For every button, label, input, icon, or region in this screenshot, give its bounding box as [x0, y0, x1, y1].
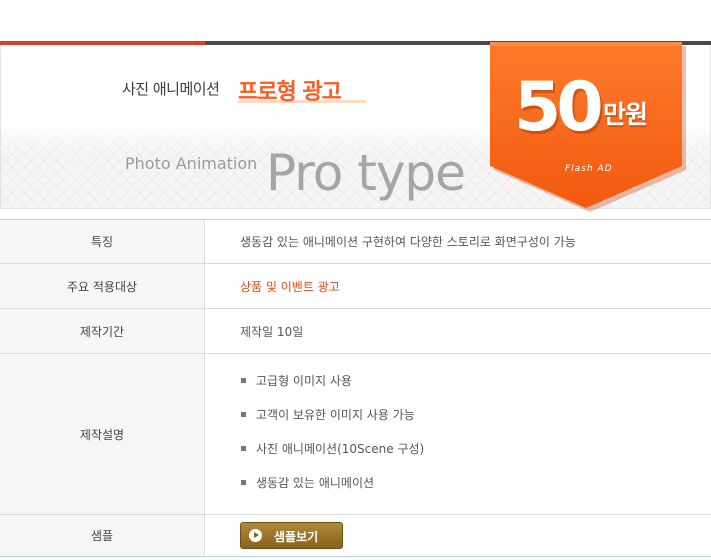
- period-value: 제작일 10일: [204, 308, 711, 354]
- view-sample-button-label: 샘플보기: [274, 530, 319, 544]
- target-label: 주요 적용대상: [0, 263, 205, 309]
- features-label: 특징: [0, 219, 205, 264]
- price-subtext: Flash AD: [565, 164, 613, 174]
- list-item: 고급형 이미지 사용: [240, 367, 711, 401]
- table-row: 샘플 샘플보기: [0, 514, 711, 557]
- price-amount: 50: [514, 68, 604, 147]
- list-item: 사진 애니메이션(10Scene 구성): [240, 435, 711, 469]
- table-row: 제작기간 제작일 10일: [0, 308, 711, 354]
- price-badge: 50 만원 Flash AD: [490, 40, 686, 212]
- header-subtitle: Photo Animation: [125, 154, 258, 173]
- target-value: 상품 및 이벤트 광고: [204, 263, 711, 309]
- sample-label: 샘플: [0, 514, 205, 557]
- description-value: 고급형 이미지 사용 고객이 보유한 이미지 사용 가능 사진 애니메이션(10…: [204, 353, 711, 515]
- list-item: 생동감 있는 애니메이션: [240, 469, 711, 503]
- header-title: 사진 애니메이션: [122, 80, 220, 98]
- product-header: 사진 애니메이션 프로형 광고 Photo Animation Pro type…: [0, 0, 711, 212]
- description-list: 고급형 이미지 사용 고객이 보유한 이미지 사용 가능 사진 애니메이션(10…: [240, 355, 711, 513]
- view-sample-button[interactable]: 샘플보기: [240, 522, 343, 549]
- description-label: 제작설명: [0, 353, 205, 515]
- list-item: 고객이 보유한 이미지 사용 가능: [240, 401, 711, 435]
- table-row: 주요 적용대상 상품 및 이벤트 광고: [0, 263, 711, 309]
- period-label: 제작기간: [0, 308, 205, 354]
- play-icon: [249, 529, 262, 542]
- sample-value: 샘플보기: [205, 515, 711, 557]
- price-unit: 만원: [603, 100, 648, 129]
- header-product-type: Pro type: [266, 144, 466, 202]
- header-title-highlight: 프로형 광고: [238, 80, 342, 105]
- table-row: 제작설명 고급형 이미지 사용 고객이 보유한 이미지 사용 가능 사진 애니메…: [0, 353, 711, 515]
- product-details-table: 특징 생동감 있는 애니메이션 구현하여 다양한 스토리로 화면구성이 가능 주…: [0, 219, 711, 557]
- table-row: 특징 생동감 있는 애니메이션 구현하여 다양한 스토리로 화면구성이 가능: [0, 219, 711, 264]
- features-value: 생동감 있는 애니메이션 구현하여 다양한 스토리로 화면구성이 가능: [204, 219, 711, 264]
